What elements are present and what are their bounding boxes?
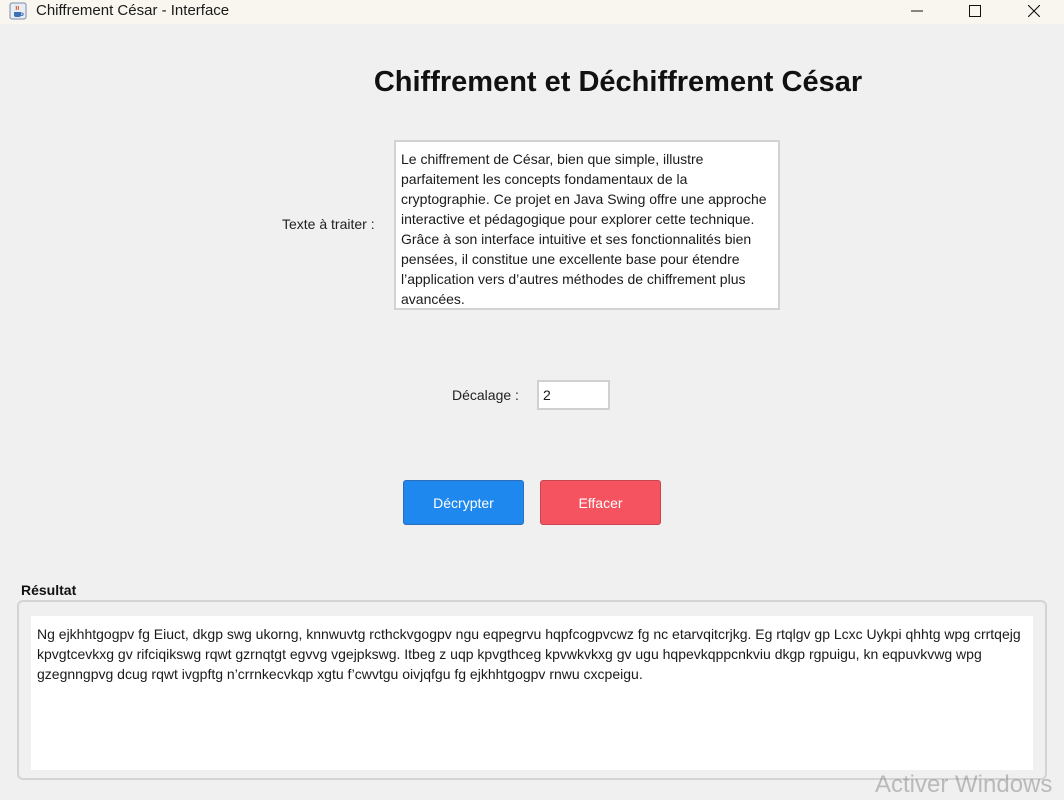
title-bar[interactable]: Chiffrement César - Interface (0, 0, 1064, 24)
app-window: Chiffrement César - Interface Chiffremen… (0, 0, 1064, 800)
close-icon (1028, 5, 1040, 17)
result-label: Résultat (21, 582, 77, 598)
shift-input[interactable]: 2 (537, 380, 610, 410)
maximize-icon (969, 5, 981, 17)
shift-label: Décalage : (452, 387, 519, 403)
close-button[interactable] (1011, 0, 1057, 22)
clear-button-label: Effacer (578, 494, 623, 511)
decrypt-button-label: Décrypter (433, 494, 494, 511)
result-panel: Ng ejkhhtgogpv fg Eiuct, dkgp swg ukorng… (17, 600, 1047, 780)
minimize-icon (911, 5, 923, 17)
java-cup-icon (9, 2, 27, 20)
page-title: Chiffrement et Déchiffrement César (373, 66, 863, 98)
clear-button[interactable]: Effacer (540, 480, 661, 525)
activation-watermark: Activer Windows (875, 771, 1053, 798)
minimize-button[interactable] (894, 0, 940, 22)
window-title: Chiffrement César - Interface (36, 2, 230, 19)
input-text-label: Texte à traiter : (282, 216, 375, 232)
input-text-area[interactable]: Le chiffrement de César, bien que simple… (394, 140, 780, 310)
maximize-button[interactable] (952, 0, 998, 22)
decrypt-button[interactable]: Décrypter (403, 480, 524, 525)
result-text-area[interactable]: Ng ejkhhtgogpv fg Eiuct, dkgp swg ukorng… (31, 616, 1033, 770)
